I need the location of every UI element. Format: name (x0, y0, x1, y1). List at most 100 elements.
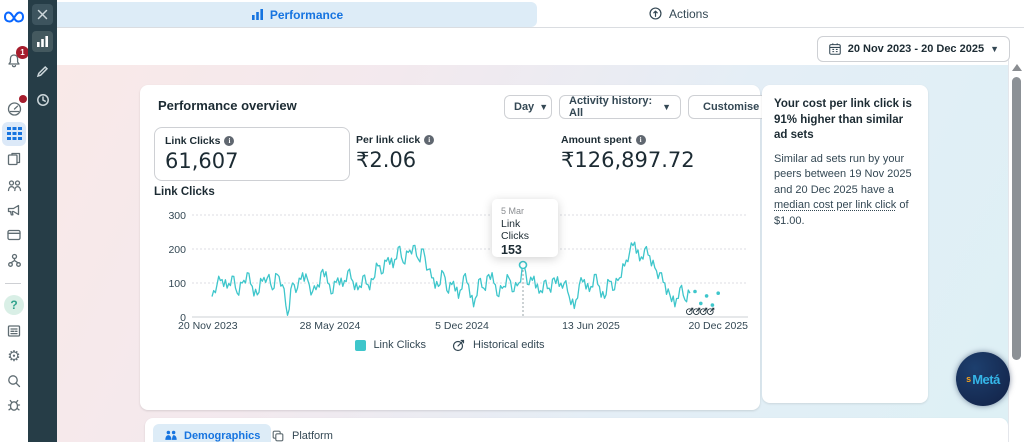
calendar-icon (828, 42, 842, 56)
y-tick: 100 (168, 278, 186, 290)
x-tick: 20 Nov 2023 (178, 320, 238, 332)
ads-manager-grid-icon[interactable] (2, 122, 26, 146)
gridlines (192, 215, 748, 283)
tooltip-date: 5 Mar (501, 206, 549, 216)
help-icon[interactable]: ? (4, 295, 24, 315)
clicks-line (212, 242, 690, 315)
metric-per-link-click[interactable]: Per link click i ₹2.06 (356, 134, 434, 172)
report-bug-icon[interactable] (3, 394, 25, 416)
tooltip-label: Link Clicks (501, 218, 549, 242)
historical-edits-icon (452, 338, 466, 352)
metric-value: 61,607 (165, 149, 339, 173)
legend-label: Historical edits (473, 339, 545, 351)
info-icon[interactable]: i (424, 135, 434, 145)
tab-actions[interactable]: Actions (648, 0, 708, 27)
rail-divider (5, 283, 21, 284)
chevron-down-icon: ▼ (990, 44, 999, 54)
pages-icon[interactable] (3, 148, 25, 170)
settings-gear-icon[interactable]: ⚙ (3, 345, 25, 367)
scrollbar-thumb[interactable] (1012, 77, 1021, 360)
historical-edit-markers[interactable] (685, 306, 713, 316)
insight-card: Your cost per link click is 91% higher t… (762, 85, 928, 403)
granularity-dropdown[interactable]: Day ▼ (504, 95, 552, 119)
history-clock-icon[interactable] (32, 89, 53, 110)
chevron-down-icon: ▼ (662, 102, 671, 112)
metric-link-clicks[interactable]: Link Clicks i 61,607 (154, 127, 350, 181)
edit-pencil-icon[interactable] (32, 61, 53, 82)
vertical-scrollbar[interactable] (1008, 60, 1024, 442)
search-icon[interactable] (3, 370, 25, 392)
customise-label: Customise (703, 101, 759, 113)
tab-platform[interactable]: Platform (263, 424, 341, 442)
scroll-up-arrow[interactable] (1012, 64, 1022, 71)
x-tick: 20 Dec 2025 (688, 320, 748, 332)
glossary-link[interactable]: median cost per link click (774, 199, 896, 211)
x-tick: 13 Jun 2025 (562, 320, 620, 332)
legend-swatch (355, 340, 366, 351)
x-tick: 28 May 2024 (300, 320, 361, 332)
hover-marker (520, 262, 527, 269)
promotions-megaphone-icon[interactable] (3, 199, 25, 221)
notifications-bell-icon[interactable]: 1 (3, 50, 25, 72)
metric-amount-spent[interactable]: Amount spent i ₹126,897.72 (561, 134, 695, 172)
legend-link-clicks[interactable]: Link Clicks (355, 339, 426, 351)
demographics-people-icon (164, 429, 178, 442)
performance-chart-icon (251, 8, 264, 21)
top-nav: Performance Actions (57, 0, 1024, 28)
metric-value: ₹2.06 (356, 148, 434, 172)
metric-label: Link Clicks (165, 135, 220, 147)
tab-demographics[interactable]: Demographics (153, 424, 271, 442)
left-rail: 1 ? ⚙ (0, 0, 28, 442)
alert-dot (19, 95, 27, 103)
watermark-prefix: s (966, 374, 971, 384)
smeta-watermark-badge: s Metá (956, 352, 1010, 406)
chart-legend: Link Clicks Historical edits (140, 338, 760, 352)
news-icon[interactable] (3, 320, 25, 342)
watermark-name: Metá (972, 372, 1000, 387)
demographics-label: Demographics (184, 430, 260, 442)
date-range-picker[interactable]: 20 Nov 2023 - 20 Dec 2025 ▼ (817, 36, 1010, 62)
dark-toolbar (28, 0, 57, 442)
metric-value: ₹126,897.72 (561, 148, 695, 172)
chevron-down-icon: ▼ (539, 102, 548, 112)
chart-tooltip: 5 Mar Link Clicks 153 (492, 199, 558, 257)
metric-label: Amount spent (561, 134, 632, 146)
legend-label: Link Clicks (373, 339, 426, 351)
activity-history-label: Activity history: All (569, 95, 657, 119)
billing-card-icon[interactable] (3, 224, 25, 246)
tooltip-value: 153 (501, 243, 549, 257)
platform-copy-icon (271, 429, 285, 442)
insight-body: Similar ad sets run by your peers betwee… (774, 152, 916, 230)
actions-tab-label: Actions (669, 7, 708, 21)
x-tick: 5 Dec 2024 (435, 320, 489, 332)
ads-reporting-app: 1 ? ⚙ (0, 0, 1024, 442)
date-range-label: 20 Nov 2023 - 20 Dec 2025 (848, 43, 984, 55)
performance-tab-label: Performance (270, 8, 343, 22)
y-tick: 300 (168, 210, 186, 222)
account-quality-gauge-icon[interactable] (3, 97, 25, 119)
link-clicks-chart[interactable]: 300 200 100 0 20 Nov 2023 28 May 2024 5 … (140, 195, 760, 335)
legend-historical-edits[interactable]: Historical edits (452, 338, 545, 352)
activity-history-dropdown[interactable]: Activity history: All ▼ (559, 95, 681, 119)
insights-chart-icon[interactable] (32, 31, 53, 52)
info-icon[interactable]: i (636, 135, 646, 145)
edit-marker-icon (706, 306, 716, 316)
tab-performance[interactable]: Performance (57, 2, 537, 27)
breakdown-card: Demographics Platform (145, 418, 1008, 442)
granularity-label: Day (514, 101, 534, 113)
business-assets-icon[interactable] (3, 249, 25, 271)
close-icon[interactable] (32, 4, 53, 25)
trailing-dots (693, 290, 720, 307)
metric-label: Per link click (356, 134, 420, 146)
customise-button[interactable]: Customise (688, 95, 768, 119)
card-title: Performance overview (158, 98, 297, 113)
sub-bar: 20 Nov 2023 - 20 Dec 2025 ▼ (57, 28, 1024, 65)
actions-tap-icon (648, 6, 663, 21)
info-icon[interactable]: i (224, 136, 234, 146)
audiences-people-icon[interactable] (3, 174, 25, 196)
insight-title: Your cost per link click is 91% higher t… (774, 97, 916, 144)
insight-text: Similar ad sets run by your peers betwee… (774, 153, 912, 196)
y-tick: 200 (168, 244, 186, 256)
meta-logo-icon[interactable] (3, 6, 25, 28)
performance-overview-card: Performance overview Day ▼ Activity hist… (140, 85, 760, 410)
